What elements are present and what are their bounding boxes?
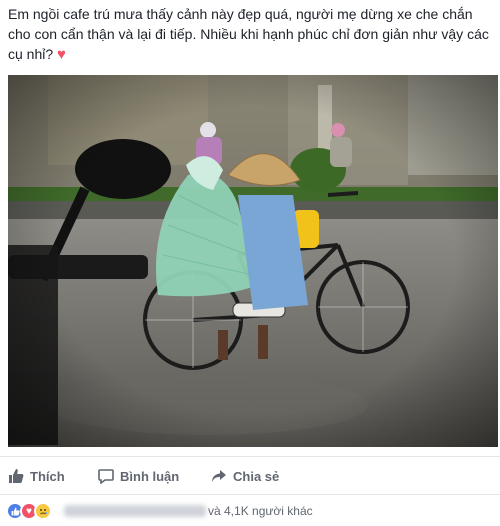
reacted-names-blurred xyxy=(64,505,206,517)
post-caption: Em ngồi cafe trú mưa thấy cảnh này đẹp q… xyxy=(8,6,489,62)
comment-button[interactable]: Bình luận xyxy=(98,464,179,488)
like-button[interactable]: Thích xyxy=(8,464,65,488)
reactions-summary[interactable]: ♥ và 4,1K người khác xyxy=(0,499,500,525)
thumbs-up-icon xyxy=(8,468,24,484)
reaction-count: và 4,1K người khác xyxy=(208,504,313,518)
comment-label: Bình luận xyxy=(120,468,180,484)
share-label: Chia sẻ xyxy=(233,468,280,484)
share-button[interactable]: Chia sẻ xyxy=(211,464,279,488)
heart-emoji-icon: ♥ xyxy=(57,46,66,63)
post-actions-bar: Thích Bình luận Chia sẻ xyxy=(0,464,500,488)
divider-bottom xyxy=(0,494,500,495)
comment-icon xyxy=(98,468,114,484)
sad-reaction-icon xyxy=(34,502,52,520)
share-arrow-icon xyxy=(211,468,227,484)
photo-scene xyxy=(8,75,498,447)
post-text: Em ngồi cafe trú mưa thấy cảnh này đẹp q… xyxy=(8,4,494,65)
divider-top xyxy=(0,456,500,457)
like-label: Thích xyxy=(30,468,65,484)
post-photo[interactable] xyxy=(8,75,498,447)
reaction-icons: ♥ xyxy=(6,502,52,520)
